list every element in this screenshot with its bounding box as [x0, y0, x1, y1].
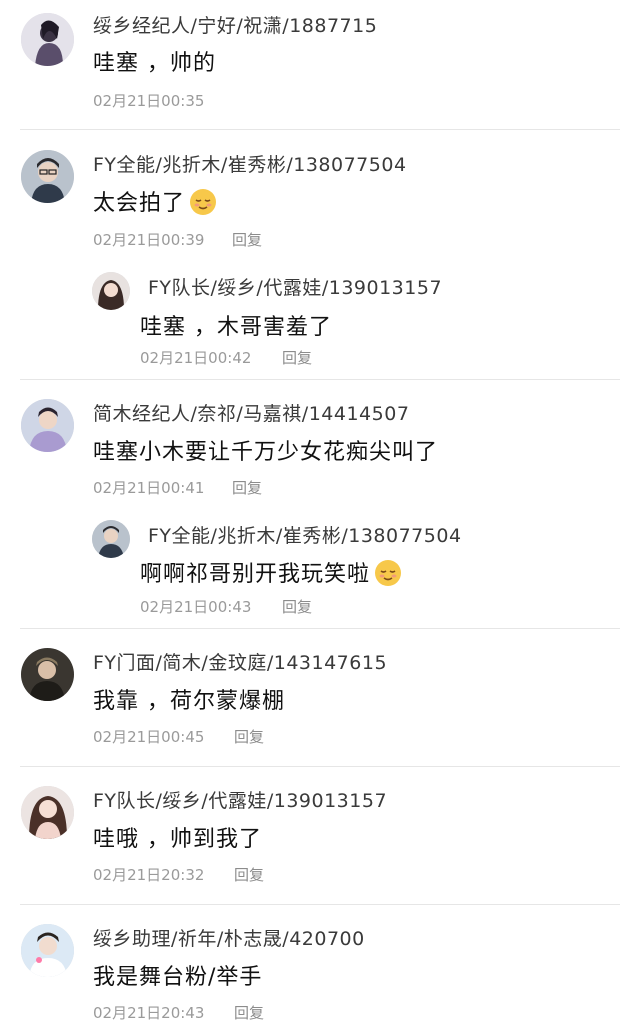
reply-button[interactable]: 回复 [282, 347, 312, 368]
reply-button[interactable]: 回复 [232, 229, 262, 250]
comment-author[interactable]: FY全能/兆折木/崔秀彬/138077504 [93, 150, 407, 177]
comment-author[interactable]: FY门面/简木/金玟庭/143147615 [93, 648, 387, 675]
reply-timestamp: 02月21日00:42 [140, 349, 252, 367]
reply-button[interactable]: 回复 [234, 1002, 264, 1023]
comment-timestamp: 02月21日00:41 [93, 479, 205, 497]
comment-text: 太会拍了 [93, 185, 217, 217]
avatar[interactable] [21, 648, 74, 701]
reply-text: 啊啊祁哥别开我玩笑啦 [140, 556, 402, 588]
reply-button[interactable]: 回复 [282, 596, 312, 617]
avatar[interactable] [21, 924, 74, 977]
comment-text: 我靠 ，荷尔蒙爆棚 [93, 689, 285, 714]
reply-author[interactable]: FY全能/兆折木/崔秀彬/138077504 [148, 521, 462, 548]
reply-text: 哇塞 ，木哥害羞了 [140, 315, 332, 340]
reply-timestamp: 02月21日00:43 [140, 598, 252, 616]
reply-author[interactable]: FY队长/绥乡/代露娃/139013157 [148, 273, 442, 300]
comment-timestamp: 02月21日20:43 [93, 1004, 205, 1022]
avatar[interactable] [21, 399, 74, 452]
comment-author[interactable]: 简木经纪人/奈祁/马嘉祺/14414507 [93, 399, 409, 426]
comment-timestamp: 02月21日00:35 [93, 92, 205, 110]
comment-timestamp: 02月21日00:45 [93, 728, 205, 746]
avatar[interactable] [92, 520, 130, 558]
comment-text: 哇哦 ，帅到我了 [93, 827, 262, 852]
divider [20, 628, 620, 629]
avatar[interactable] [21, 150, 74, 203]
avatar[interactable] [21, 786, 74, 839]
comment-author[interactable]: 绥乡助理/祈年/朴志晟/420700 [93, 924, 365, 951]
relieved-face-icon [189, 188, 217, 216]
reply-button[interactable]: 回复 [234, 864, 264, 885]
comment-text: 我是舞台粉/举手 [93, 965, 263, 990]
divider [20, 766, 620, 767]
divider [20, 379, 620, 380]
comment-timestamp: 02月21日20:32 [93, 866, 205, 884]
relieved-face-icon [374, 559, 402, 587]
reply-text-content: 啊啊祁哥别开我玩笑啦 [140, 562, 371, 587]
divider [20, 129, 620, 130]
comment-author[interactable]: 绥乡经纪人/宁好/祝潇/1887715 [93, 11, 377, 38]
avatar[interactable] [92, 272, 130, 310]
comment-timestamp: 02月21日00:39 [93, 231, 205, 249]
divider [20, 904, 620, 905]
comment-text: 哇塞 ，帅的 [93, 51, 216, 76]
comment-author[interactable]: FY队长/绥乡/代露娃/139013157 [93, 786, 387, 813]
reply-button[interactable]: 回复 [232, 477, 262, 498]
comment-text: 哇塞小木要让千万少女花痴尖叫了 [93, 440, 439, 465]
reply-button[interactable]: 回复 [234, 726, 264, 747]
comment-feed: 绥乡经纪人/宁好/祝潇/1887715 哇塞 ，帅的 02月21日00:35 F… [0, 0, 640, 1033]
comment-text-content: 太会拍了 [93, 191, 186, 216]
avatar[interactable] [21, 13, 74, 66]
